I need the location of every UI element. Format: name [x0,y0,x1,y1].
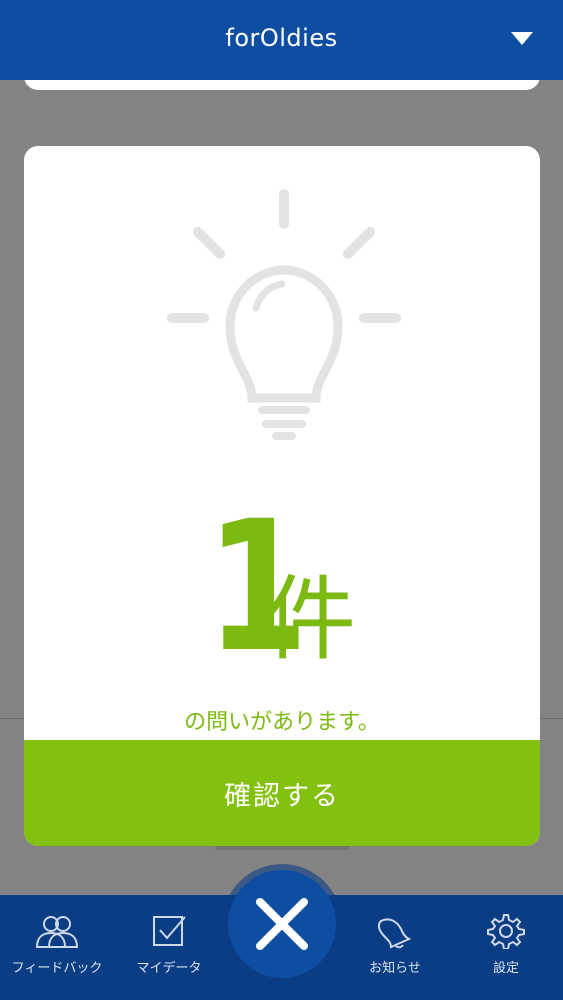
gear-icon [487,914,525,949]
tab-notice[interactable]: お知らせ [340,913,450,976]
tab-mydata-label: マイデータ [136,961,202,976]
tab-feedback-label: フィードバック [11,961,103,976]
tab-settings[interactable]: 設定 [451,913,561,976]
close-button[interactable] [228,870,336,978]
question-count: 1 件 [24,498,540,678]
question-count-modal: 1 件 の問いがあります。 確認する [24,146,540,846]
app-title: forOldies [225,24,338,52]
app-header: forOldies [0,0,563,80]
bell-icon [377,918,412,949]
tab-mydata[interactable]: マイデータ [114,913,224,976]
tab-settings-label: 設定 [492,961,519,976]
close-icon [256,898,308,950]
count-caption: の問いがあります。 [184,710,380,735]
tab-notice-label: お知らせ [369,961,421,976]
lightbulb-icon [167,189,401,440]
checkbox-icon [153,916,186,946]
confirm-button[interactable]: 確認する [24,740,540,846]
people-icon [35,916,79,948]
tab-feedback[interactable]: フィードバック [2,913,112,976]
chevron-down-icon[interactable] [511,32,533,45]
count-unit: 件 [264,566,357,673]
